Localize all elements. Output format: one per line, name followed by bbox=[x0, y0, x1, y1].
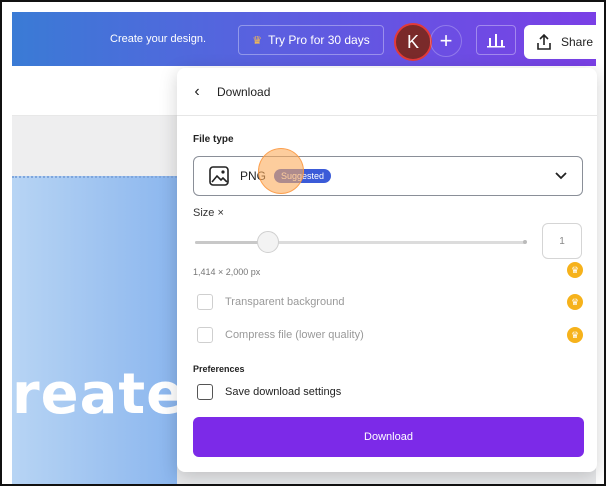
share-upload-icon bbox=[537, 33, 551, 50]
save-download-settings-row[interactable]: Save download settings bbox=[197, 384, 341, 400]
compress-file-row[interactable]: Compress file (lower quality) bbox=[197, 327, 364, 343]
design-canvas[interactable] bbox=[12, 176, 177, 484]
image-icon bbox=[209, 166, 229, 186]
compress-file-checkbox[interactable] bbox=[197, 327, 213, 343]
panel-header: ‹ Download bbox=[177, 68, 597, 116]
crown-icon: ♛ bbox=[567, 262, 583, 278]
design-heading-text: reate bbox=[12, 362, 186, 427]
save-download-settings-checkbox[interactable] bbox=[197, 384, 213, 400]
try-pro-button[interactable]: ♛ Try Pro for 30 days bbox=[238, 25, 384, 55]
crown-icon: ♛ bbox=[252, 34, 263, 47]
compress-file-label: Compress file (lower quality) bbox=[225, 329, 364, 341]
share-button[interactable]: Share bbox=[524, 25, 604, 59]
size-input[interactable]: 1 bbox=[542, 223, 582, 259]
preferences-label: Preferences bbox=[193, 364, 245, 374]
size-slider-handle[interactable] bbox=[256, 231, 279, 253]
insights-button[interactable] bbox=[476, 25, 516, 55]
save-download-settings-label: Save download settings bbox=[225, 386, 342, 398]
plus-icon[interactable]: + bbox=[430, 25, 462, 57]
transparent-background-checkbox[interactable] bbox=[197, 294, 213, 310]
download-panel: ‹ Download File type PNG Suggested Size … bbox=[177, 68, 597, 472]
chevron-down-icon bbox=[555, 172, 567, 180]
avatar[interactable]: K bbox=[394, 23, 432, 61]
file-type-select[interactable]: PNG Suggested bbox=[193, 156, 583, 196]
download-button[interactable]: Download bbox=[193, 417, 584, 457]
crown-icon: ♛ bbox=[567, 327, 583, 343]
panel-title: Download bbox=[217, 84, 271, 99]
transparent-background-label: Transparent background bbox=[225, 296, 345, 308]
chart-icon bbox=[487, 34, 505, 48]
file-type-label: File type bbox=[193, 134, 234, 145]
size-label: Size × bbox=[193, 207, 224, 219]
dimensions-text: 1,414 × 2,000 px bbox=[193, 267, 261, 277]
cursor-highlight bbox=[258, 148, 304, 194]
crown-icon: ♛ bbox=[567, 294, 583, 310]
size-slider-end bbox=[523, 240, 527, 244]
back-chevron-icon[interactable]: ‹ bbox=[177, 68, 217, 116]
app-frame: Create your design. ♛ Try Pro for 30 day… bbox=[0, 0, 606, 486]
try-pro-label: Try Pro for 30 days bbox=[268, 33, 370, 47]
transparent-background-row[interactable]: Transparent background bbox=[197, 294, 344, 310]
top-bar: Create your design. ♛ Try Pro for 30 day… bbox=[12, 12, 604, 66]
share-label: Share bbox=[560, 35, 594, 49]
size-slider-track[interactable] bbox=[195, 241, 525, 244]
create-your-design-text: Create your design. bbox=[110, 33, 206, 45]
